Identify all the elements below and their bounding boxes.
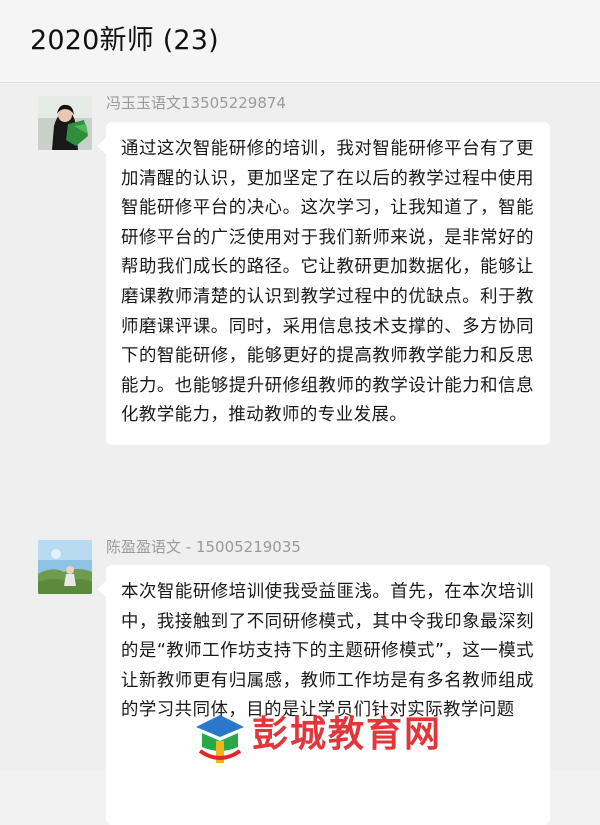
avatar-photo-icon xyxy=(38,96,92,150)
avatar[interactable] xyxy=(38,96,92,150)
sender-name: 陈盈盈语文 - 15005219035 xyxy=(106,538,301,556)
group-title: 2020新师 (23) xyxy=(30,25,219,56)
message-bubble[interactable]: 通过这次智能研修的培训，我对智能研修平台有了更加清醒的认识，更加坚定了在以后的教… xyxy=(97,122,550,445)
avatar[interactable] xyxy=(38,540,92,594)
chat-header: 2020新师 (23) xyxy=(0,0,600,83)
avatar-photo-icon xyxy=(38,540,92,594)
message-bubble[interactable]: 本次智能研修培训使我受益匪浅。首先，在本次培训中，我接触到了不同研修模式，其中令… xyxy=(97,565,550,825)
sender-name: 冯玉玉语文13505229874 xyxy=(106,94,286,112)
message-list[interactable]: 冯玉玉语文13505229874 通过这次智能研修的培训，我对智能研修平台有了更… xyxy=(0,84,600,825)
